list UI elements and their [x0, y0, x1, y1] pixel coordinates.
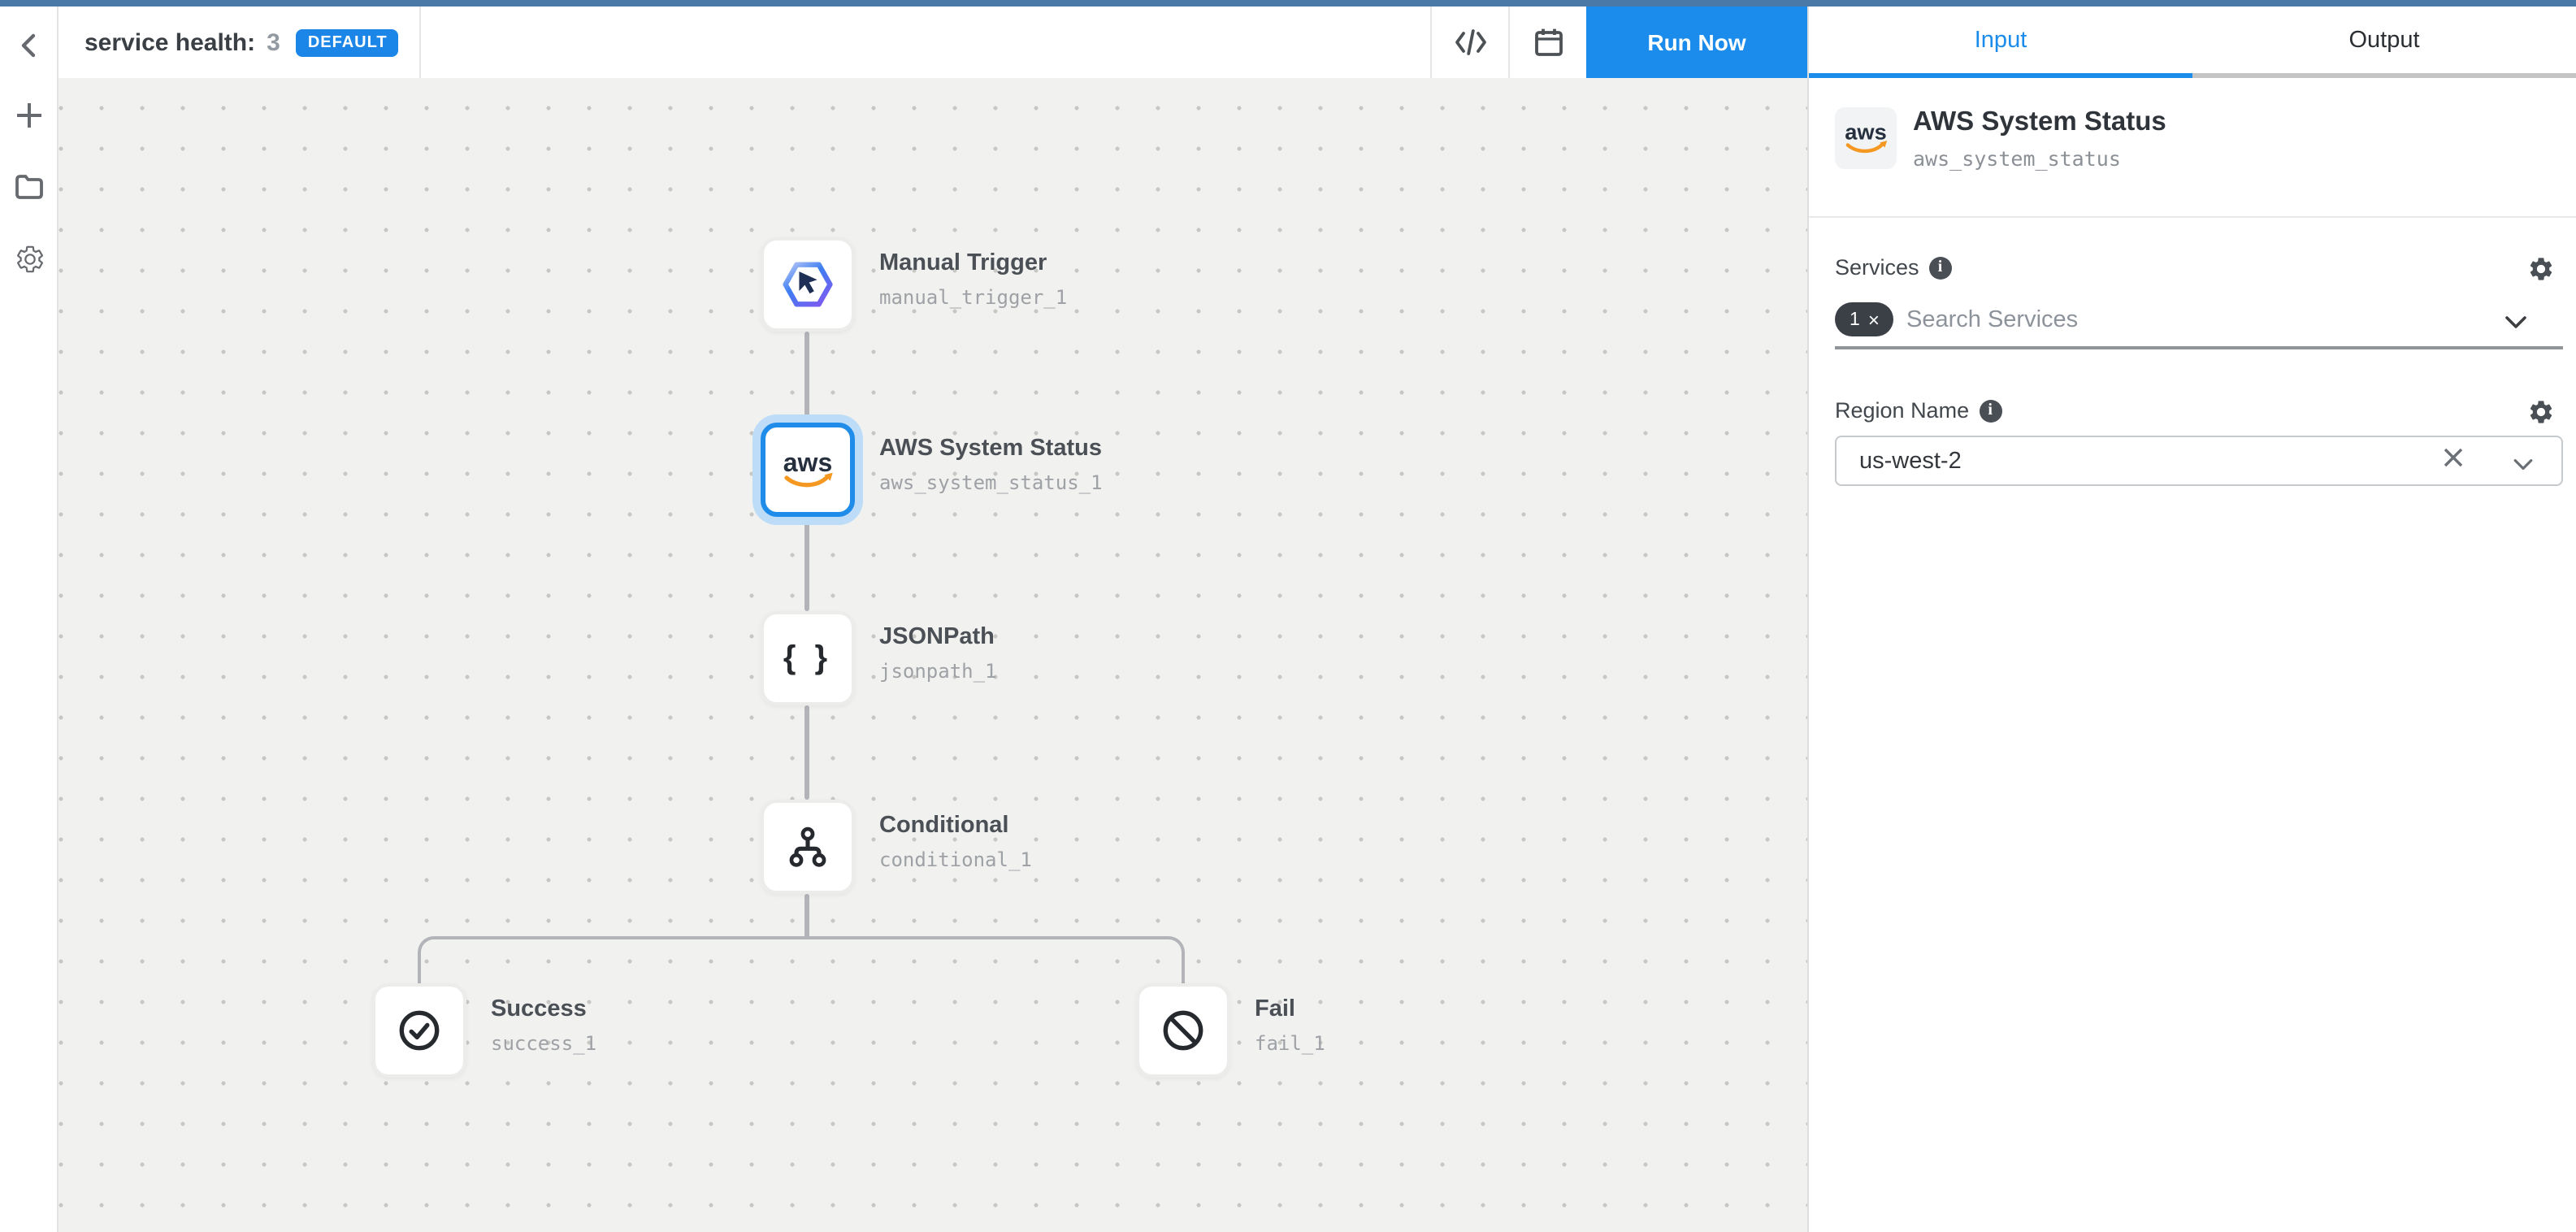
manual-trigger-icon: [777, 254, 839, 315]
node-id: fail_1: [1255, 1032, 1325, 1055]
tab-input[interactable]: Input: [1809, 7, 2192, 73]
node-title: JSONPath: [879, 624, 995, 650]
code-icon: [1455, 29, 1487, 55]
back-button[interactable]: [0, 16, 59, 75]
services-search-placeholder[interactable]: Search Services: [1906, 307, 2078, 333]
services-dropdown-toggle[interactable]: [2504, 309, 2527, 338]
chip-count: 1: [1850, 310, 1860, 329]
braces-icon: { }: [783, 640, 832, 677]
plus-icon: [15, 101, 44, 130]
default-badge: DEFAULT: [297, 28, 399, 56]
branch-connector: [418, 936, 1185, 985]
node-id: manual_trigger_1: [879, 286, 1067, 309]
settings-button[interactable]: [0, 229, 59, 288]
toolbar-divider: [419, 7, 421, 78]
node-title: Conditional: [879, 813, 1009, 839]
window-top-strip: [0, 0, 2576, 7]
node-success[interactable]: [372, 983, 466, 1078]
folder-icon: [15, 174, 44, 200]
info-icon[interactable]: i: [1979, 399, 2001, 422]
panel-node-id: aws_system_status: [1913, 146, 2121, 171]
inactive-tab-underline: [2192, 73, 2576, 78]
app-window: service health: 3 DEFAULT Run Now: [0, 0, 2576, 1232]
chip-remove-icon[interactable]: ×: [1868, 310, 1880, 329]
region-dropdown-toggle[interactable]: [2513, 450, 2534, 479]
left-sidebar: [0, 7, 59, 1232]
code-view-button[interactable]: [1432, 7, 1510, 78]
node-title: Fail: [1255, 996, 1295, 1022]
workflow-title-group: service health: 3 DEFAULT: [85, 7, 399, 78]
node-fail[interactable]: [1136, 983, 1230, 1078]
close-icon: [2443, 447, 2464, 468]
node-id: success_1: [491, 1032, 596, 1055]
node-title: Success: [491, 996, 587, 1022]
node-conditional[interactable]: [761, 800, 855, 894]
toolbar: service health: 3 DEFAULT Run Now: [59, 7, 1807, 78]
region-select-box: [1835, 436, 2563, 486]
connector: [804, 517, 809, 611]
success-check-icon: [397, 1008, 442, 1053]
node-id: jsonpath_1: [879, 660, 997, 683]
tab-input-label: Input: [1975, 27, 2027, 53]
schedule-button[interactable]: [1510, 7, 1588, 78]
services-selected-chip[interactable]: 1 ×: [1835, 302, 1894, 336]
config-panel: Input Output AWS System Status aws_syste…: [1807, 7, 2576, 1232]
node-title: Manual Trigger: [879, 250, 1047, 276]
node-id: aws_system_status_1: [879, 471, 1103, 494]
services-label-row: Services i: [1835, 255, 1952, 280]
panel-divider: [1809, 216, 2576, 218]
tab-output-label: Output: [2348, 27, 2419, 53]
calendar-icon: [1534, 28, 1563, 57]
gear-icon: [2526, 397, 2554, 425]
info-icon[interactable]: i: [1929, 256, 1952, 279]
region-input[interactable]: [1856, 447, 2399, 476]
chevron-down-icon: [2513, 458, 2534, 471]
region-label: Region Name: [1835, 398, 1969, 423]
files-button[interactable]: [0, 158, 59, 216]
chevron-down-icon: [2504, 315, 2527, 330]
services-select-underline: [1835, 346, 2563, 349]
services-settings-button[interactable]: [2524, 252, 2556, 284]
aws-icon: [775, 447, 840, 492]
active-tab-underline: [1809, 73, 2192, 78]
fail-prohibited-icon: [1160, 1008, 1206, 1053]
node-manual-trigger[interactable]: [761, 237, 855, 332]
node-aws-system-status[interactable]: [761, 423, 855, 517]
connector: [804, 705, 809, 800]
gear-icon: [14, 243, 45, 274]
aws-icon: [1838, 119, 1893, 158]
workflow-canvas[interactable]: Manual Trigger manual_trigger_1 AWS Syst…: [59, 78, 1807, 1232]
panel-node-icon-tile: [1835, 107, 1897, 169]
panel-node-title: AWS System Status: [1913, 107, 2166, 138]
tab-output[interactable]: Output: [2192, 7, 2576, 73]
add-node-button[interactable]: [0, 86, 59, 145]
connector: [804, 332, 809, 423]
workflow-version: 3: [267, 28, 280, 56]
node-jsonpath[interactable]: { }: [761, 611, 855, 705]
gear-icon: [2526, 254, 2554, 282]
conditional-icon: [785, 824, 830, 870]
region-label-row: Region Name i: [1835, 398, 2001, 423]
services-label: Services: [1835, 255, 1919, 280]
region-clear-button[interactable]: [2443, 447, 2464, 476]
connector: [804, 894, 809, 938]
chevron-left-icon: [16, 33, 42, 59]
node-title: AWS System Status: [879, 436, 1102, 462]
region-settings-button[interactable]: [2524, 395, 2556, 427]
workflow-title: service health:: [85, 28, 255, 56]
node-id: conditional_1: [879, 848, 1032, 871]
run-now-button[interactable]: Run Now: [1586, 7, 1807, 78]
